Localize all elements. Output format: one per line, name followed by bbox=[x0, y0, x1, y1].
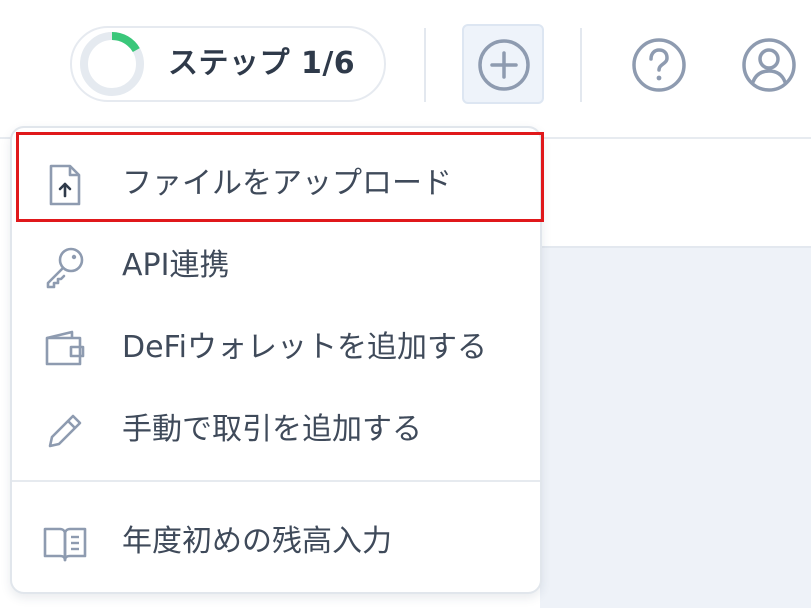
user-circle-icon bbox=[742, 38, 796, 92]
menu-item-label: 年度初めの残高入力 bbox=[122, 524, 392, 559]
step-label: ステップ 1/6 bbox=[168, 46, 356, 81]
add-button[interactable] bbox=[462, 24, 544, 104]
menu-item-manual-transaction[interactable]: 手動で取引を追加する bbox=[12, 390, 540, 470]
key-icon bbox=[46, 247, 84, 289]
content-panel bbox=[540, 246, 811, 608]
highlight-box bbox=[16, 132, 544, 222]
step-progress-pill[interactable]: ステップ 1/6 bbox=[70, 26, 386, 102]
plus-circle-icon bbox=[478, 39, 530, 91]
menu-item-defi-wallet[interactable]: DeFiウォレットを追加する bbox=[12, 308, 540, 388]
menu-item-api[interactable]: API連携 bbox=[12, 226, 540, 306]
menu-item-label: DeFiウォレットを追加する bbox=[122, 330, 487, 365]
pencil-icon bbox=[48, 414, 82, 448]
progress-ring bbox=[80, 32, 144, 96]
menu-divider bbox=[12, 480, 540, 482]
book-icon bbox=[43, 527, 87, 562]
help-button[interactable] bbox=[630, 36, 688, 94]
add-menu-dropdown: ファイルをアップロード API連携 DeFiウォレットを追加する 手動で取引を追… bbox=[10, 126, 544, 594]
account-button[interactable] bbox=[740, 36, 798, 94]
wallet-icon bbox=[45, 330, 85, 366]
header-divider bbox=[424, 28, 426, 102]
header-divider bbox=[580, 28, 582, 102]
menu-item-label: API連携 bbox=[122, 248, 230, 283]
menu-item-label: 手動で取引を追加する bbox=[122, 412, 422, 447]
menu-item-opening-balance[interactable]: 年度初めの残高入力 bbox=[12, 502, 540, 582]
question-circle-icon bbox=[632, 38, 686, 92]
